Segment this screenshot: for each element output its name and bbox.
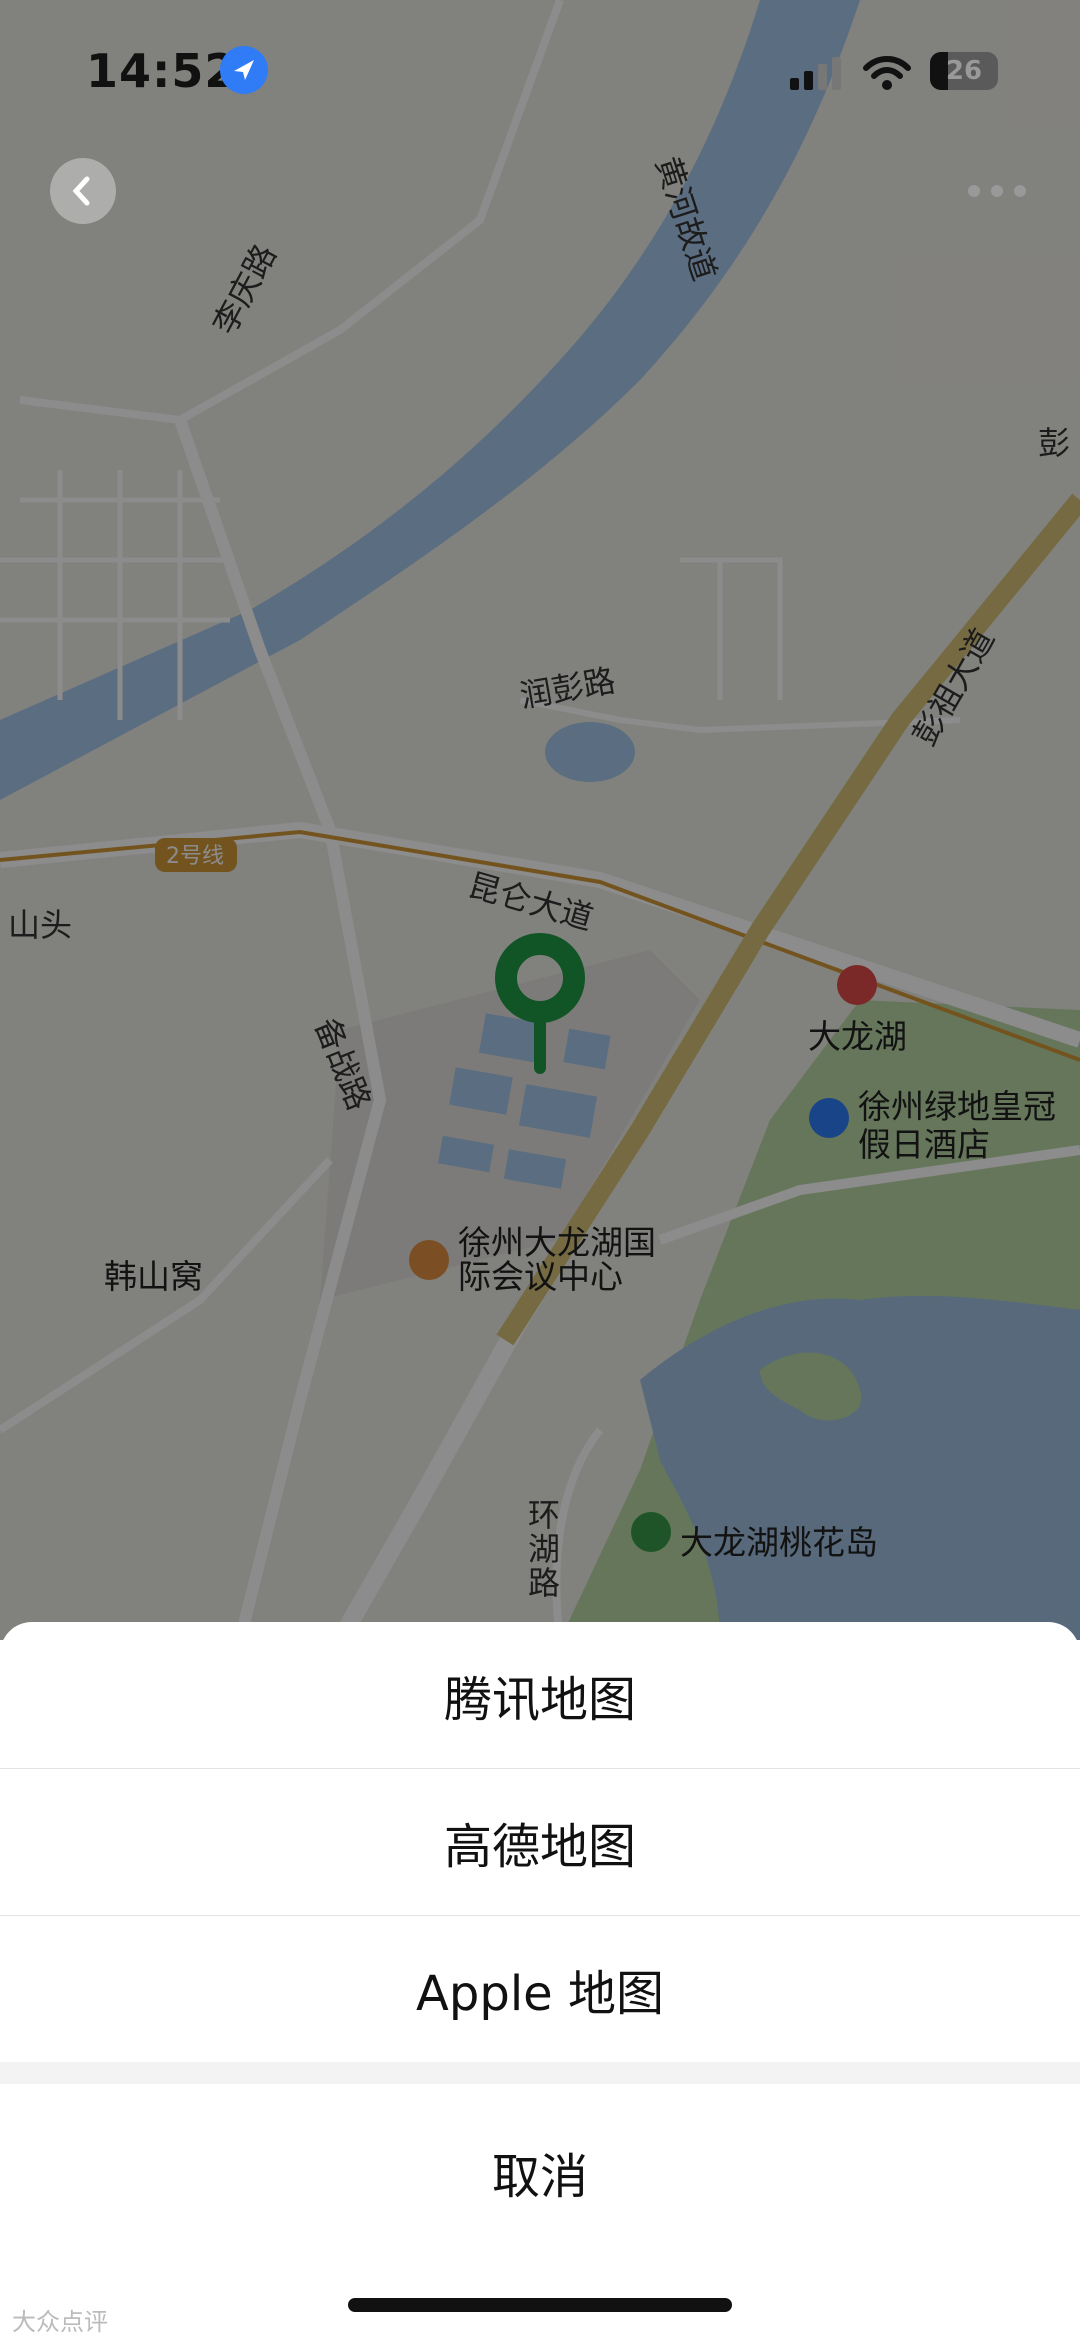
- section-gap: [0, 2062, 1080, 2084]
- more-button[interactable]: [966, 178, 1028, 204]
- status-bar: 14:52 26: [0, 0, 1080, 140]
- battery-level: 26: [945, 56, 983, 86]
- chevron-left-icon: [72, 176, 90, 206]
- status-time: 14:52: [86, 44, 238, 98]
- option-amap[interactable]: 高德地图: [0, 1769, 1080, 1915]
- battery-icon: 26: [930, 52, 998, 90]
- option-apple-maps[interactable]: Apple 地图: [0, 1916, 1080, 2062]
- watermark: 大众点评: [12, 2308, 108, 2336]
- modal-overlay[interactable]: [0, 0, 1080, 1640]
- more-dots-icon: [968, 185, 1026, 197]
- cancel-button[interactable]: 取消: [0, 2084, 1080, 2260]
- location-arrow-icon: [220, 46, 268, 94]
- back-button[interactable]: [50, 158, 116, 224]
- wifi-icon: [863, 56, 911, 90]
- option-tencent-maps[interactable]: 腾讯地图: [0, 1622, 1080, 1768]
- home-indicator[interactable]: [348, 2298, 732, 2312]
- signal-icon: [790, 57, 841, 90]
- map-picker-sheet: 腾讯地图 高德地图 Apple 地图 取消: [0, 1622, 1080, 2337]
